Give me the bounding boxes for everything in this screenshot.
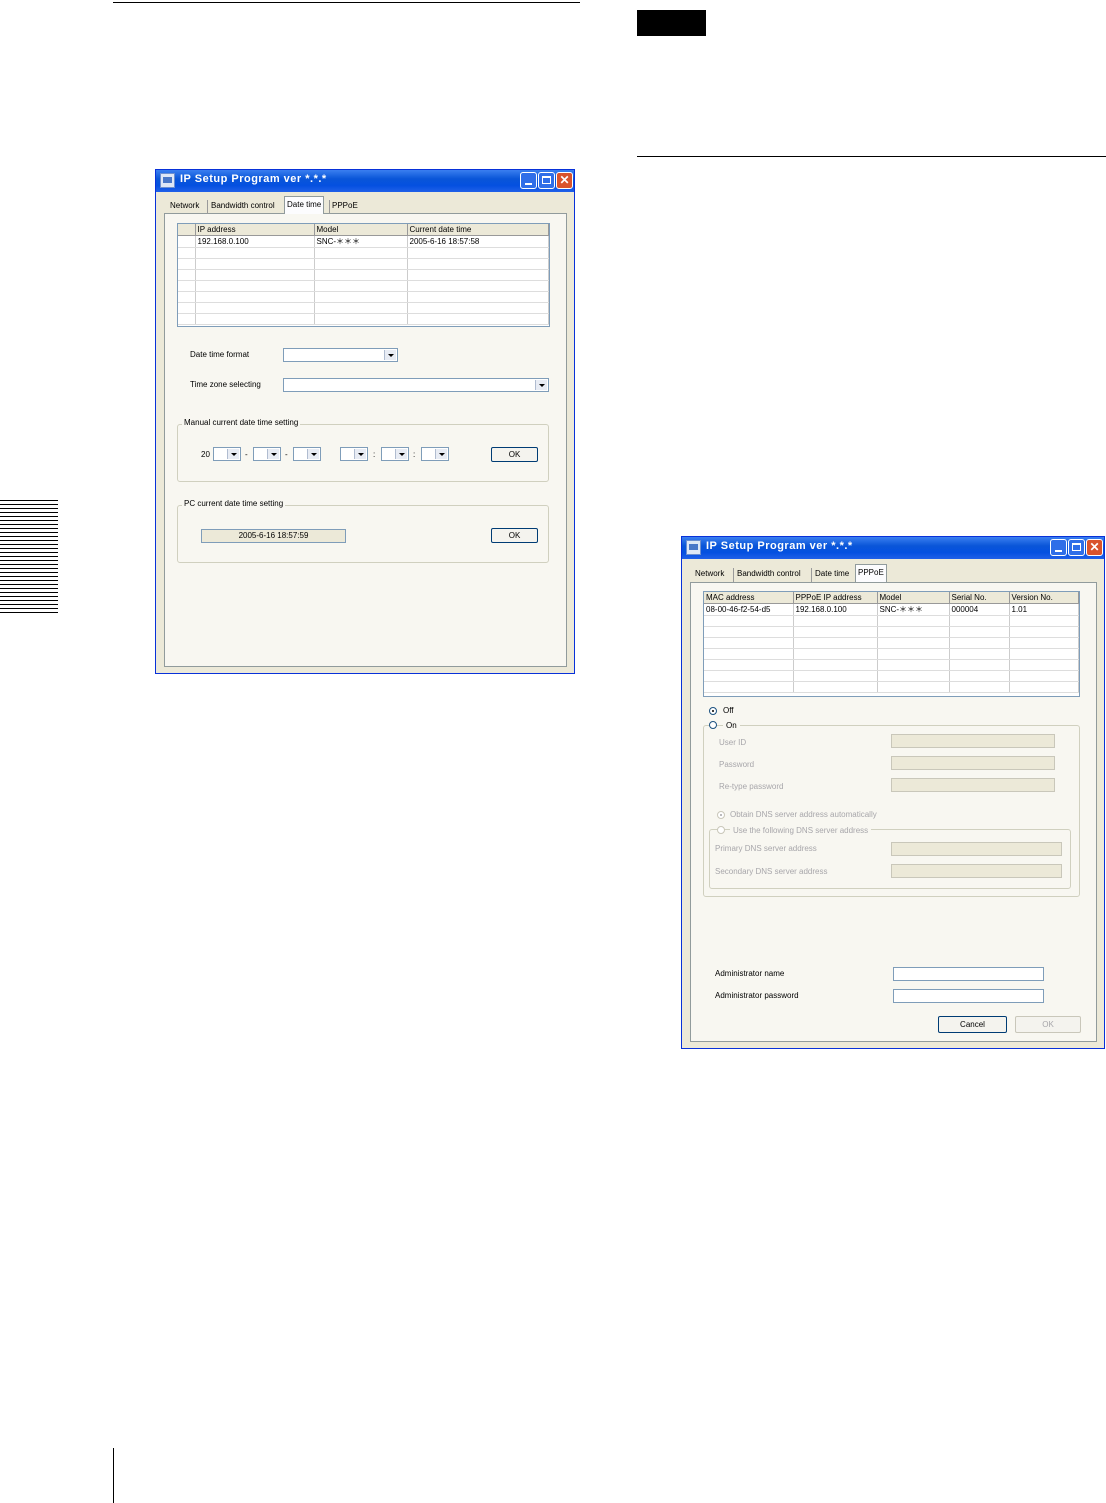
second-select[interactable] [421, 447, 449, 461]
tab-network[interactable]: Network [693, 566, 726, 582]
user-id-label: User ID [719, 738, 747, 747]
table-header-row: IP address Model Current date time [178, 224, 549, 236]
pppoe-off-label: Off [723, 706, 734, 715]
column-header-model[interactable]: Model [877, 592, 950, 604]
cell-pppoe-ip-address: 192.168.0.100 [793, 603, 878, 616]
user-id-field[interactable] [891, 734, 1055, 748]
date-time-format-select[interactable] [283, 348, 398, 362]
ok-button[interactable]: OK [1015, 1016, 1081, 1033]
cell-model: SNC-＊＊＊ [314, 235, 408, 248]
minimize-button[interactable] [1050, 539, 1067, 556]
camera-list-table[interactable]: IP address Model Current date time 192.1… [177, 223, 550, 327]
tab-date-time[interactable]: Date time [813, 566, 851, 582]
app-icon [686, 540, 701, 555]
column-header-ip-address[interactable]: IP address [195, 224, 315, 236]
admin-name-field[interactable] [893, 967, 1044, 981]
minute-select[interactable] [381, 447, 409, 461]
title-bar: IP Setup Program ver *.*.* ✕ [156, 170, 574, 192]
pc-ok-button[interactable]: OK [491, 528, 538, 543]
month-select[interactable] [253, 447, 281, 461]
tab-network[interactable]: Network [168, 198, 201, 214]
dns-manual-label: Use the following DNS server address [730, 826, 872, 835]
title-bar: IP Setup Program ver *.*.* ✕ [682, 537, 1104, 559]
tab-date-time[interactable]: Date time [284, 196, 325, 214]
tab-pppoe[interactable]: PPPoE [330, 198, 360, 214]
tab-pppoe[interactable]: PPPoE [855, 564, 887, 582]
window-title: IP Setup Program ver *.*.* [706, 540, 853, 552]
column-header-pppoe-ip-address[interactable]: PPPoE IP address [793, 592, 878, 604]
minimize-button[interactable] [520, 172, 537, 189]
tab-bandwidth-control[interactable]: Bandwidth control [735, 566, 803, 582]
close-icon: ✕ [559, 173, 570, 187]
password-field[interactable] [891, 756, 1055, 770]
close-button[interactable]: ✕ [1086, 539, 1103, 556]
bottom-margin-rule [113, 1448, 114, 1503]
pppoe-off-radio[interactable] [709, 707, 717, 715]
dropdown-arrow-icon [384, 350, 396, 360]
column-header-mac-address[interactable]: MAC address [704, 592, 794, 604]
admin-name-label: Administrator name [715, 969, 785, 978]
table-header-row: MAC address PPPoE IP address Model Seria… [704, 592, 1079, 604]
primary-dns-field[interactable] [891, 842, 1062, 856]
day-select[interactable] [293, 447, 321, 461]
admin-password-field[interactable] [893, 989, 1044, 1003]
dns-auto-label: Obtain DNS server address automatically [730, 810, 877, 819]
column-header-serial-no[interactable]: Serial No. [949, 592, 1010, 604]
maximize-button[interactable] [1068, 539, 1085, 556]
pc-date-time-display: 2005-6-16 18:57:59 [201, 529, 346, 543]
cell-current-date-time: 2005-6-16 18:57:58 [407, 235, 549, 248]
pppoe-on-radio[interactable] [709, 721, 717, 729]
cell-mac-address: 08-00-46-f2-54-d5 [704, 603, 794, 616]
cell-version-no: 1.01 [1009, 603, 1079, 616]
maximize-icon [542, 176, 551, 184]
year-select[interactable] [213, 447, 241, 461]
dns-manual-radio[interactable] [717, 826, 725, 834]
dns-manual-group [709, 829, 1071, 889]
app-icon [160, 173, 175, 188]
ip-setup-window-pppoe: IP Setup Program ver *.*.* ✕ Network Ban… [681, 536, 1105, 1049]
pc-date-time-legend: PC current date time setting [182, 499, 286, 508]
cell-serial-no: 000004 [949, 603, 1010, 616]
close-button[interactable]: ✕ [556, 172, 573, 189]
ip-setup-window-datetime: IP Setup Program ver *.*.* ✕ Network Ban… [155, 169, 575, 674]
tab-bandwidth-control[interactable]: Bandwidth control [209, 198, 277, 214]
time-zone-select[interactable] [283, 378, 549, 392]
section-rule-right [637, 156, 1106, 157]
pppoe-on-label: On [723, 721, 740, 730]
retype-password-field[interactable] [891, 778, 1055, 792]
maximize-icon [1072, 543, 1081, 551]
retype-password-label: Re-type password [719, 782, 784, 791]
primary-dns-label: Primary DNS server address [715, 844, 817, 853]
table-row[interactable]: 08-00-46-f2-54-d5 192.168.0.100 SNC-＊＊＊ … [704, 603, 1079, 616]
manual-date-time-legend: Manual current date time setting [182, 418, 301, 427]
window-title: IP Setup Program ver *.*.* [180, 173, 327, 185]
password-label: Password [719, 760, 755, 769]
column-header-version-no[interactable]: Version No. [1009, 592, 1079, 604]
cell-ip-address: 192.168.0.100 [195, 235, 315, 248]
admin-password-label: Administrator password [715, 991, 799, 1000]
dns-auto-radio[interactable] [717, 811, 725, 819]
column-header-current-date-time[interactable]: Current date time [407, 224, 549, 236]
secondary-dns-label: Secondary DNS server address [715, 867, 828, 876]
manual-ok-button[interactable]: OK [491, 447, 538, 462]
minimize-icon [1055, 550, 1062, 552]
time-zone-label: Time zone selecting [190, 380, 261, 389]
column-header-model[interactable]: Model [314, 224, 408, 236]
hour-select[interactable] [340, 447, 368, 461]
top-rule-left [113, 2, 580, 3]
close-icon: ✕ [1089, 540, 1100, 554]
table-row[interactable]: 192.168.0.100 SNC-＊＊＊ 2005-6-16 18:57:58 [178, 235, 549, 248]
date-time-format-label: Date time format [190, 350, 250, 359]
minimize-icon [525, 183, 532, 185]
secondary-dns-field[interactable] [891, 864, 1062, 878]
cell-model: SNC-＊＊＊ [877, 603, 950, 616]
note-badge [637, 10, 706, 36]
cancel-button[interactable]: Cancel [938, 1016, 1007, 1033]
year-prefix: 20 [201, 450, 210, 459]
dropdown-arrow-icon [535, 380, 547, 390]
camera-list-table[interactable]: MAC address PPPoE IP address Model Seria… [703, 591, 1080, 697]
maximize-button[interactable] [538, 172, 555, 189]
